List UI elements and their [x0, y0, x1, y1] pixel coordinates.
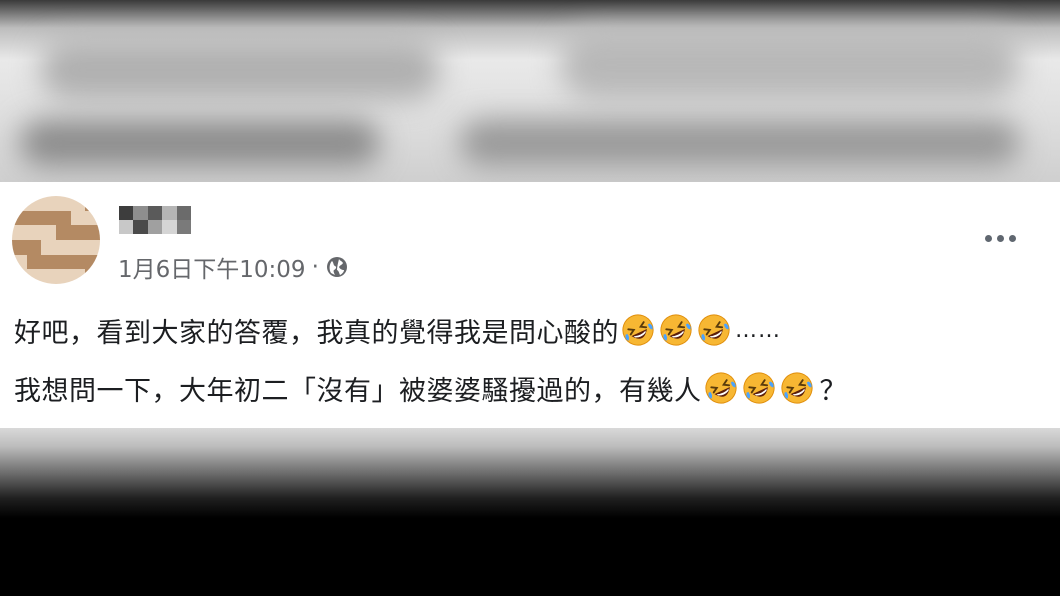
post-meta: 1月6日下午10:09 · [118, 250, 349, 284]
rolling-laughing-emoji-icon [780, 372, 813, 404]
blurred-background-bottom [0, 428, 1060, 596]
post-text-2: 我想問一下，大年初二「沒有」被婆婆騷擾過的，有幾人 [14, 375, 702, 407]
more-options-icon [984, 234, 992, 242]
rolling-laughing-emoji-icon [698, 314, 730, 346]
facebook-post: 1月6日下午10:09 · 好吧，看到大家的答覆，我真的覺得我是問心酸的 …… … [0, 182, 1060, 428]
post-text-1-suffix: …… [735, 317, 781, 343]
rolling-laughing-emoji-icon [622, 314, 654, 346]
author-name-redacted[interactable] [119, 206, 191, 234]
globe-icon [326, 257, 347, 277]
rolling-laughing-emoji-icon [742, 372, 775, 404]
post-text-line-2: 我想問一下，大年初二「沒有」被婆婆騷擾過的，有幾人 ？ [14, 368, 847, 408]
blurred-background-top [0, 0, 1060, 182]
post-text-line-1: 好吧，看到大家的答覆，我真的覺得我是問心酸的 …… [14, 310, 781, 350]
post-timestamp[interactable]: 1月6日下午10:09 [118, 250, 306, 284]
rolling-laughing-emoji-icon [704, 372, 737, 404]
post-text-1: 好吧，看到大家的答覆，我真的覺得我是問心酸的 [14, 317, 619, 349]
rolling-laughing-emoji-icon [660, 314, 692, 346]
laughing-emoji-group-1 [619, 313, 733, 347]
post-text-2-suffix: ？ [819, 375, 847, 407]
meta-separator: · [311, 254, 319, 280]
laughing-emoji-group-2 [702, 371, 816, 405]
more-options-button[interactable] [980, 226, 1020, 250]
avatar[interactable] [12, 196, 100, 284]
